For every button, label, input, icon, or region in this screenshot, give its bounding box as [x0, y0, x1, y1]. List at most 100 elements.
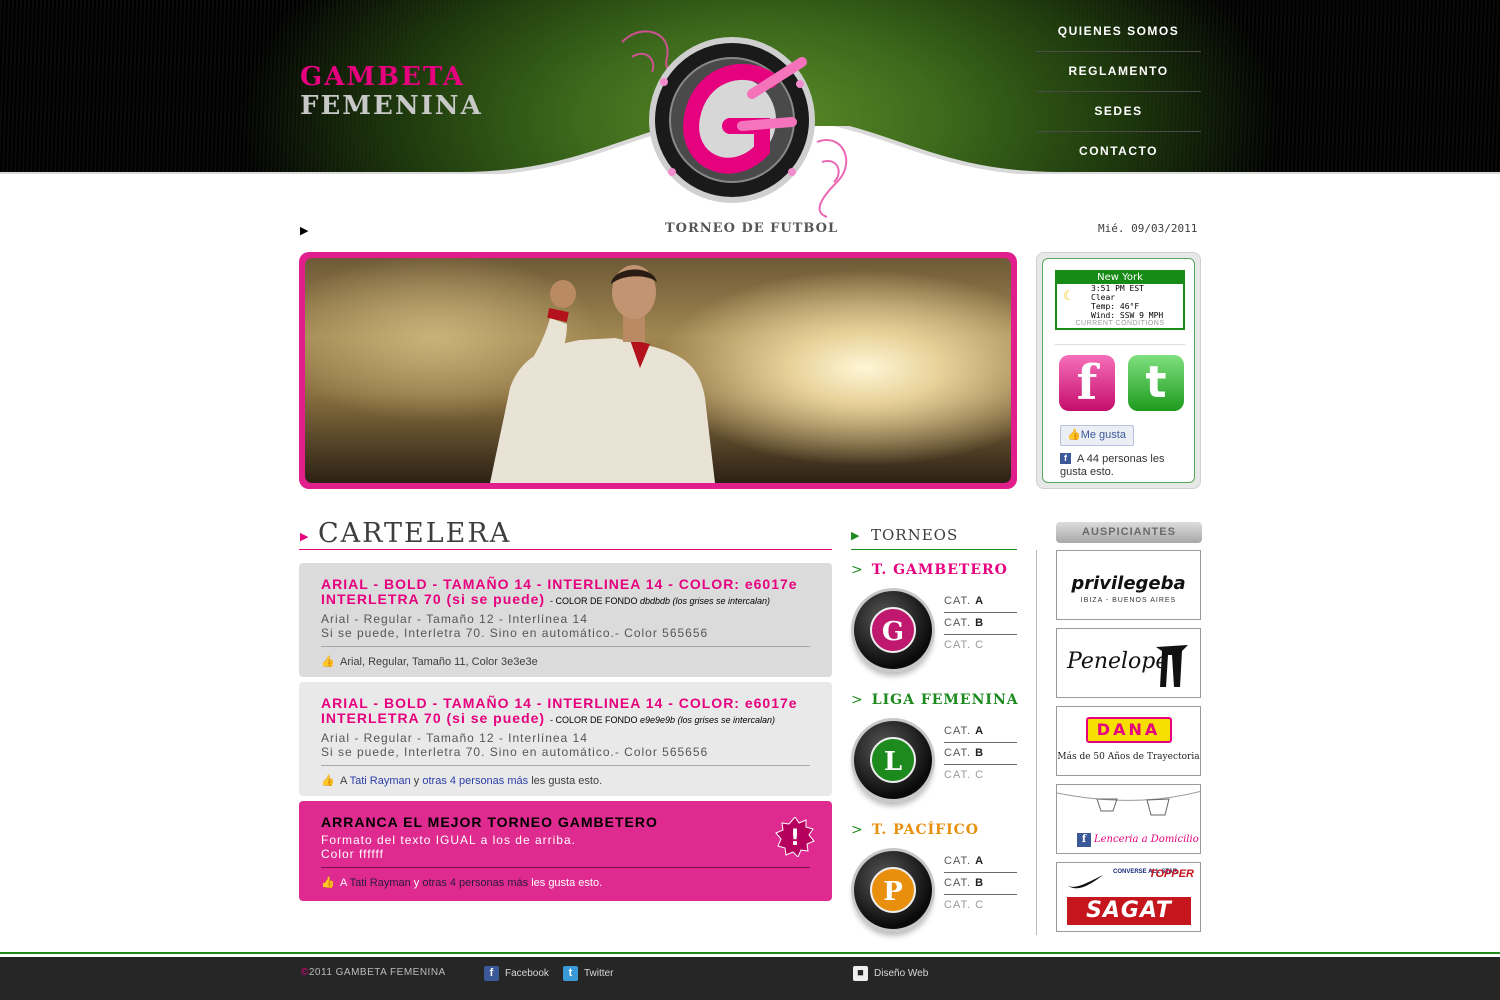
news-card-1[interactable]: ARIAL - BOLD - TAMAÑO 14 - INTERLINEA 14… [299, 563, 832, 677]
like-count-text: A 44 personas les gusta esto. [1060, 453, 1165, 478]
copyright: ©2011 GAMBETA FEMENINA [301, 967, 446, 978]
cat-value: A [975, 855, 985, 867]
sponsor-penelope[interactable]: Penelope [1056, 628, 1201, 698]
main-nav: QUIENES SOMOS REGLAMENTO SEDES CONTACTO [1036, 12, 1201, 172]
category-b-link[interactable]: CAT. B [944, 613, 1017, 635]
nav-quienes-somos[interactable]: QUIENES SOMOS [1036, 12, 1201, 52]
category-a-link[interactable]: CAT. A [944, 591, 1017, 613]
sponsor-dana[interactable]: DANA Más de 50 Años de Trayectoria [1056, 706, 1201, 776]
badge-letter: L [870, 737, 916, 783]
user-link[interactable]: Tati Rayman [350, 775, 411, 787]
footer-pre: A [340, 877, 350, 889]
sponsor-name: privilegeba [1071, 573, 1186, 594]
thumbs-up-icon: 👍 [1067, 429, 1081, 441]
torneos-underline [851, 549, 1017, 550]
footer-facebook-link[interactable]: f Facebook [484, 966, 549, 981]
card-body: Formato del texto IGUAL a los de arriba.… [321, 833, 810, 861]
tournament-gambetero-title[interactable]: > T. GAMBETERO [851, 562, 1008, 578]
nike-swoosh-icon [1067, 875, 1103, 889]
brand-line-2[interactable]: FEMENINA [300, 91, 483, 121]
category-c-link[interactable]: CAT. C [944, 765, 1017, 787]
cat-value: A [975, 595, 985, 607]
hero-image [305, 258, 1011, 483]
sponsor-tagline: Más de 50 Años de Trayectoria [1057, 752, 1200, 762]
weather-widget[interactable]: New York ☾ 3:51 PM EST Clear Temp: 46°F … [1055, 270, 1185, 330]
copyright-symbol: © [301, 967, 309, 978]
tournament-arrow: > [851, 562, 864, 578]
facebook-mini-icon: f [1060, 453, 1071, 464]
category-c-link[interactable]: CAT. C [944, 895, 1017, 917]
tournament-gambetero-badge[interactable]: G [851, 588, 935, 672]
nav-sedes[interactable]: SEDES [1036, 92, 1201, 132]
cartelera-underline [299, 549, 832, 550]
card-note-italic: e9e9e9b (los grises se intercalan) [639, 715, 776, 725]
badge-letter: P [870, 867, 916, 913]
cat-prefix: CAT. [944, 595, 972, 607]
nav-contacto[interactable]: CONTACTO [1036, 132, 1201, 172]
twitter-button[interactable]: t [1128, 355, 1184, 411]
cartelera-arrow-icon: ▶ [300, 531, 309, 543]
card-footer: 👍 A Tati Rayman y otras 4 personas más le… [321, 876, 810, 890]
category-b-link[interactable]: CAT. B [944, 873, 1017, 895]
sponsor-lenceria[interactable]: f Lenceria a Domicilio [1056, 784, 1201, 854]
side-widget: New York ☾ 3:51 PM EST Clear Temp: 46°F … [1036, 252, 1201, 489]
tournament-name: LIGA FEMENINA [871, 692, 1019, 708]
torneos-title: TORNEOS [871, 526, 959, 544]
play-arrow-icon: ▶ [300, 225, 309, 237]
news-card-3[interactable]: ARRANCA EL MEJOR TORNEO GAMBETERO Format… [299, 801, 832, 901]
category-b-link[interactable]: CAT. B [944, 743, 1017, 765]
category-a-link[interactable]: CAT. A [944, 721, 1017, 743]
cat-prefix: CAT. [944, 747, 972, 759]
cat-value: B [975, 617, 985, 629]
card-divider [321, 646, 810, 647]
weather-wind: Wind: SSW 9 MPH [1091, 311, 1164, 320]
tournament-pacifico-badge[interactable]: P [851, 848, 935, 932]
cat-prefix: CAT. [944, 617, 972, 629]
footer-mid: y [410, 775, 423, 787]
tournament-pacifico-title[interactable]: > T. PACÍFICO [851, 822, 979, 838]
player-illustration [490, 265, 715, 483]
cat-prefix: CAT. [944, 899, 972, 911]
clothesline-illustration [1057, 790, 1200, 816]
card-body: Arial - Regular - Tamaño 12 - Interlínea… [321, 612, 810, 640]
tournament-liga-badge[interactable]: L [851, 718, 935, 802]
card-body-line-1: Arial - Regular - Tamaño 12 - Interlínea… [321, 612, 588, 626]
card-body-line-1: Formato del texto IGUAL a los de arriba. [321, 833, 576, 847]
sponsor-sagat[interactable]: CONVERSE ALL STAR TOPPER SAGAT [1056, 862, 1201, 932]
footer-twitter-label: Twitter [584, 968, 614, 980]
user-link[interactable]: Tati Rayman [350, 877, 411, 889]
brand-line-1[interactable]: GAMBETA [300, 62, 465, 92]
news-card-2[interactable]: ARIAL - BOLD - TAMAÑO 14 - INTERLINEA 14… [299, 682, 832, 796]
badge-letter: G [870, 607, 916, 653]
card-heading: ARIAL - BOLD - TAMAÑO 14 - INTERLINEA 14… [321, 577, 810, 609]
nav-reglamento[interactable]: REGLAMENTO [1036, 52, 1201, 92]
facebook-button[interactable]: f [1059, 355, 1115, 411]
penelope-figure-icon [1156, 645, 1188, 687]
weather-footer: CURRENT CONDITIONS [1075, 320, 1165, 327]
footer-design-link[interactable]: ■ Diseño Web [853, 966, 928, 981]
category-a-link[interactable]: CAT. A [944, 851, 1017, 873]
torneos-arrow-icon: ▶ [851, 530, 860, 542]
footer-line [0, 952, 1500, 954]
others-link[interactable]: otras 4 personas más [422, 775, 528, 787]
card-divider [321, 867, 810, 868]
others-link[interactable]: otras 4 personas más [422, 877, 528, 889]
twitter-icon: t [563, 966, 578, 981]
cat-prefix: CAT. [944, 639, 972, 651]
footer-facebook-label: Facebook [505, 968, 549, 980]
like-button[interactable]: 👍Me gusta [1060, 425, 1134, 446]
gf-logo[interactable] [612, 22, 862, 222]
copyright-text: 2011 GAMBETA FEMENINA [308, 967, 446, 978]
twitter-icon: t [1145, 357, 1167, 408]
tournament-liga-title[interactable]: > LIGA FEMENINA [851, 692, 1019, 708]
card-footer: 👍 Arial, Regular, Tamaño 11, Color 3e3e3e [321, 655, 810, 669]
footer-mid: y [410, 877, 423, 889]
cat-prefix: CAT. [944, 769, 972, 781]
tournament-arrow: > [851, 822, 864, 838]
sponsor-privilegeba[interactable]: privilegeba IBIZA - BUENOS AIRES [1056, 550, 1201, 620]
category-c-link[interactable]: CAT. C [944, 635, 1017, 657]
footer-twitter-link[interactable]: t Twitter [563, 966, 613, 981]
card-body-line-2: Si se puede, Interletra 70. Sino en auto… [321, 745, 709, 759]
card-body-line-2: Color ffffff [321, 847, 384, 861]
sponsor-name: f Lenceria a Domicilio [1077, 833, 1199, 847]
